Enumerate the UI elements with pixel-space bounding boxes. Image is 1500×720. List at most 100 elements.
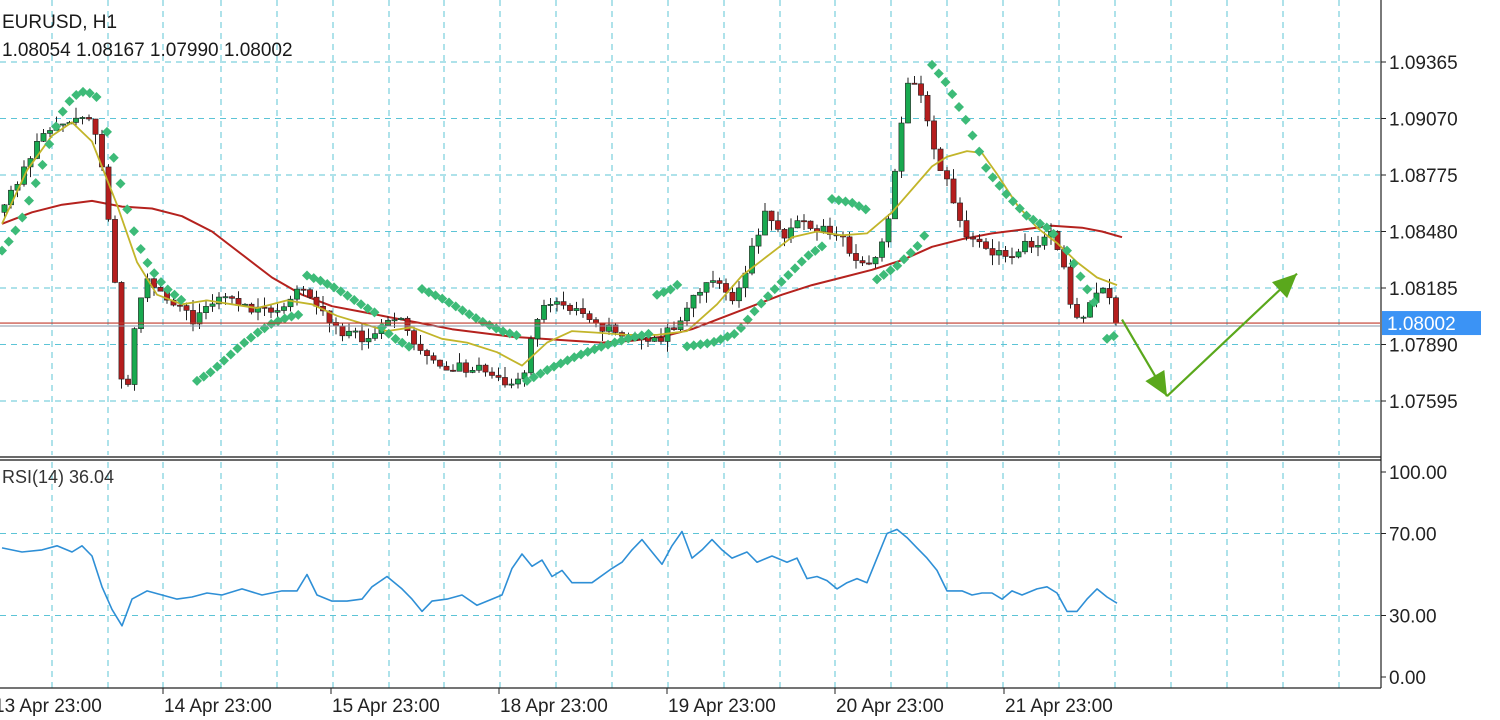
candle-bearish [599, 322, 606, 332]
candle-bullish [1015, 251, 1022, 258]
candle-bearish [157, 287, 164, 292]
rsi-tick-label: 100.00 [1389, 463, 1447, 484]
candle-bearish [924, 94, 931, 122]
time-tick-label: 15 Apr 23:00 [332, 696, 440, 717]
candle-bearish [86, 117, 92, 120]
price-tick-label: 1.09070 [1389, 110, 1458, 131]
time-tick-label: 14 Apr 23:00 [164, 696, 272, 717]
candle-bearish [1002, 250, 1009, 257]
ohlc-readout: 1.08054 1.08167 1.07990 1.08002 [2, 40, 293, 61]
candle-bullish [352, 330, 359, 333]
candle-bearish [866, 262, 872, 265]
candle-bearish [801, 220, 807, 223]
price-tick-label: 1.07595 [1389, 392, 1458, 413]
candle-bearish [976, 238, 983, 243]
candle-bearish [502, 377, 508, 386]
candle-bearish [463, 362, 469, 373]
candle-bearish [911, 82, 918, 85]
rsi-tick-label: 30.00 [1389, 607, 1437, 628]
trading-chart[interactable]: 1.09365 1.09070 1.08775 1.08480 1.08185 1.078… [0, 0, 1500, 720]
candle-bearish [560, 301, 567, 306]
candle-bullish [677, 320, 684, 330]
candle-bearish [443, 365, 450, 371]
price-tick-label: 1.08480 [1389, 223, 1458, 244]
candle-bearish [983, 241, 989, 249]
timeframe: H1 [92, 12, 118, 33]
candle-bullish [1035, 245, 1041, 248]
candle-bullish [398, 317, 404, 320]
candle-bullish [294, 288, 300, 300]
candle-bearish [118, 282, 125, 380]
time-tick-label: 19 Apr 23:00 [668, 696, 776, 717]
candle-bearish [716, 280, 723, 284]
candle-bearish [970, 236, 976, 240]
candle-bullish [1, 204, 8, 213]
candle-bearish [807, 220, 814, 229]
candle-bearish [190, 310, 196, 325]
price-tick-label: 1.07890 [1389, 336, 1458, 357]
candle-bullish [40, 133, 47, 142]
candle-bearish [1106, 288, 1113, 299]
candle-bullish [222, 296, 229, 299]
candle-bullish [391, 319, 398, 322]
candle-bullish [203, 306, 209, 313]
candle-bearish [339, 325, 346, 337]
candle-bullish [515, 378, 521, 385]
candle-bearish [859, 260, 866, 264]
candle-bearish [1009, 256, 1015, 258]
candle-bullish [281, 306, 287, 311]
candle-bearish [580, 308, 586, 314]
candle-bearish [989, 248, 996, 256]
candle-bearish [944, 170, 950, 180]
candle-bearish [729, 291, 736, 302]
candle-bearish [417, 343, 424, 351]
candle-bullish [469, 370, 476, 373]
candle-bullish [710, 280, 716, 283]
candle-bearish [359, 330, 365, 343]
candle-bearish [424, 350, 430, 356]
candle-bearish [567, 304, 573, 311]
candle-bearish [430, 355, 437, 361]
candle-bullish [690, 294, 697, 309]
time-tick-label: 20 Apr 23:00 [836, 696, 944, 717]
candle-bullish [346, 330, 352, 337]
time-tick-label: 21 Apr 23:00 [1005, 696, 1113, 717]
candle-bearish [1113, 297, 1119, 324]
candle-bullish [905, 82, 911, 124]
candle-bearish [112, 219, 118, 283]
candle-bearish [489, 371, 495, 376]
candle-bearish [671, 327, 677, 330]
candle-bearish [586, 313, 593, 320]
candle-bullish [697, 291, 703, 296]
candle-bearish [482, 364, 489, 373]
candle-bullish [541, 304, 547, 320]
candle-bearish [957, 202, 963, 221]
candle-bullish [1041, 236, 1048, 246]
chart-title: EURUSD, H1 [2, 12, 118, 33]
candle-bullish [794, 220, 801, 229]
candle-bearish [768, 210, 775, 222]
candle-bullish [554, 301, 560, 305]
rsi-tick-label: 70.00 [1389, 525, 1437, 546]
time-tick-label: 13 Apr 23:00 [0, 696, 102, 717]
candle-bullish [73, 117, 79, 123]
candle-bearish [105, 166, 112, 220]
candle-bearish [1067, 266, 1074, 305]
candle-bearish [846, 236, 853, 254]
candle-bearish [300, 288, 307, 291]
candle-bearish [411, 330, 417, 345]
candle-bullish [898, 122, 905, 172]
candle-bearish [183, 305, 190, 311]
candle-bearish [268, 307, 274, 313]
candle-bullish [138, 297, 144, 329]
candle-bearish [918, 83, 924, 96]
rsi-tick-label: 0.00 [1389, 668, 1426, 689]
candle-bullish [1080, 316, 1087, 319]
candle-bullish [547, 304, 554, 306]
candle-bearish [307, 289, 313, 298]
price-badge-label: 1.08002 [1387, 314, 1456, 335]
candle-bullish [131, 328, 138, 385]
candle-bearish [495, 375, 502, 378]
candle-bullish [47, 130, 53, 134]
candle-bearish [931, 120, 937, 150]
